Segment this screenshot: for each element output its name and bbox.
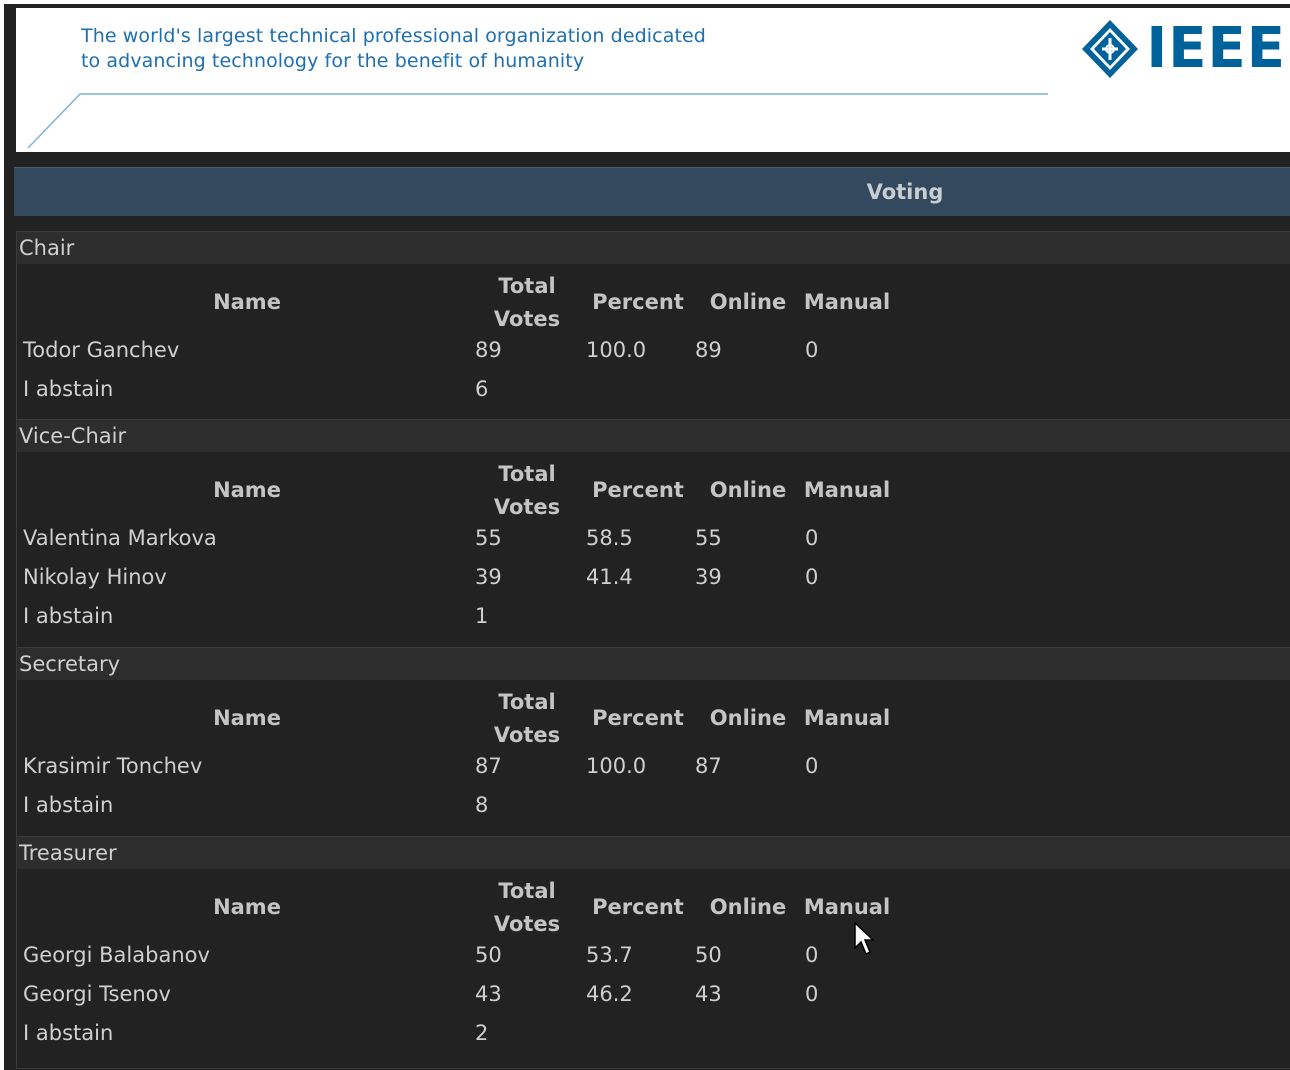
column-header-total-votes-line1: Total [498,462,556,486]
cell-manual: 0 [805,943,819,967]
cell-name: I abstain [23,604,114,628]
cell-online: 39 [695,565,722,589]
cell-name: I abstain [23,377,114,401]
column-header-total-votes: Total Votes [483,458,571,524]
cell-online: 87 [695,754,722,778]
ieee-logo: IEEE [1080,18,1286,80]
column-header-manual: Manual [803,478,891,502]
column-header-total-votes: Total Votes [483,270,571,336]
cell-total: 1 [475,604,489,628]
column-header-total-votes-line2: Votes [493,723,561,747]
table-row: Georgi Tsenov 43 46.2 43 0 [17,980,1290,1010]
cell-name: Georgi Balabanov [23,943,210,967]
section-title: Treasurer [17,837,1290,869]
section-secretary: Secretary Name Total Votes Percent Online Manu… [16,647,1290,841]
ieee-diamond-icon [1082,20,1139,78]
column-header-total-votes-line2: Votes [493,912,561,936]
column-header-percent: Percent [592,290,684,314]
cell-name: Todor Ganchev [23,338,180,362]
cell-total: 8 [475,793,489,817]
cell-total: 2 [475,1021,489,1045]
cell-manual: 0 [805,565,819,589]
column-header-online: Online [709,478,787,502]
column-header-total-votes-line2: Votes [493,307,561,331]
section-chair: Chair Name Total Votes Percent Online Manual To… [16,231,1290,425]
cell-name: Georgi Tsenov [23,982,171,1006]
cell-online: 89 [695,338,722,362]
results-table: Name Total Votes Percent Online Manual Valenti… [17,452,1290,651]
ieee-logo-text: IEEE [1146,16,1286,81]
column-header-total-votes-line1: Total [498,879,556,903]
tagline: The world's largest technical profession… [81,24,706,74]
table-row: Nikolay Hinov 39 41.4 39 0 [17,563,1290,593]
cell-percent: 100.0 [586,338,647,362]
tagline-line-2: to advancing technology for the benefit … [81,50,585,72]
column-header-online: Online [709,706,787,730]
column-header-manual: Manual [803,706,891,730]
column-header-name: Name [213,895,281,919]
column-header-online: Online [709,895,787,919]
results-table: Name Total Votes Percent Online Manual Krasimi… [17,680,1290,840]
cell-name: Nikolay Hinov [23,565,167,589]
cell-name: I abstain [23,793,114,817]
section-vice-chair: Vice-Chair Name Total Votes Percent Online Man… [16,419,1290,652]
cell-total: 89 [475,338,502,362]
column-header-name: Name [213,706,281,730]
section-treasurer: Treasurer Name Total Votes Percent Online Manu… [16,836,1290,1069]
mouse-cursor-icon [854,922,875,956]
table-row: Todor Ganchev 89 100.0 89 0 [17,336,1290,366]
column-header-percent: Percent [592,706,684,730]
table-row: I abstain 8 [17,791,1290,821]
column-header-manual: Manual [803,895,891,919]
cell-percent: 46.2 [586,982,633,1006]
tagline-line-1: The world's largest technical profession… [81,25,706,47]
section-title: Vice-Chair [17,420,1290,452]
cell-total: 50 [475,943,502,967]
column-header-total-votes: Total Votes [483,875,571,941]
cell-total: 39 [475,565,502,589]
cell-percent: 58.5 [586,526,633,550]
cell-name: I abstain [23,1021,114,1045]
column-header-total-votes-line1: Total [498,274,556,298]
cell-name: Valentina Markova [23,526,217,550]
cell-percent: 41.4 [586,565,633,589]
column-header-total-votes-line2: Votes [493,495,561,519]
table-row: Valentina Markova 55 58.5 55 0 [17,524,1290,554]
cell-manual: 0 [805,338,819,362]
column-header-total-votes-line1: Total [498,690,556,714]
cell-total: 6 [475,377,489,401]
cell-manual: 0 [805,754,819,778]
section-title: Secretary [17,648,1290,680]
cell-percent: 100.0 [586,754,647,778]
table-row: I abstain 2 [17,1019,1290,1049]
cell-online: 55 [695,526,722,550]
column-header-total-votes: Total Votes [483,686,571,752]
column-header-online: Online [709,290,787,314]
results-table: Name Total Votes Percent Online Manual Todor G… [17,264,1290,424]
column-header-percent: Percent [592,478,684,502]
ieee-banner: The world's largest technical profession… [16,8,1290,152]
column-header-manual: Manual [803,290,891,314]
table-row: I abstain 6 [17,375,1290,405]
table-row: Georgi Balabanov 50 53.7 50 0 [17,941,1290,971]
cell-total: 55 [475,526,502,550]
cell-manual: 0 [805,526,819,550]
column-header-name: Name [213,478,281,502]
cell-online: 43 [695,982,722,1006]
column-header-percent: Percent [592,895,684,919]
cell-manual: 0 [805,982,819,1006]
cell-total: 87 [475,754,502,778]
table-row: I abstain 1 [17,602,1290,632]
cell-online: 50 [695,943,722,967]
results-table: Name Total Votes Percent Online Manual Georgi … [17,869,1290,1068]
cell-percent: 53.7 [586,943,633,967]
table-row: Krasimir Tonchev 87 100.0 87 0 [17,752,1290,782]
voting-header-bar: Voting [14,167,1290,216]
cell-name: Krasimir Tonchev [23,754,203,778]
cell-total: 43 [475,982,502,1006]
voting-title: Voting [866,180,944,204]
column-header-name: Name [213,290,281,314]
section-title: Chair [17,232,1290,264]
